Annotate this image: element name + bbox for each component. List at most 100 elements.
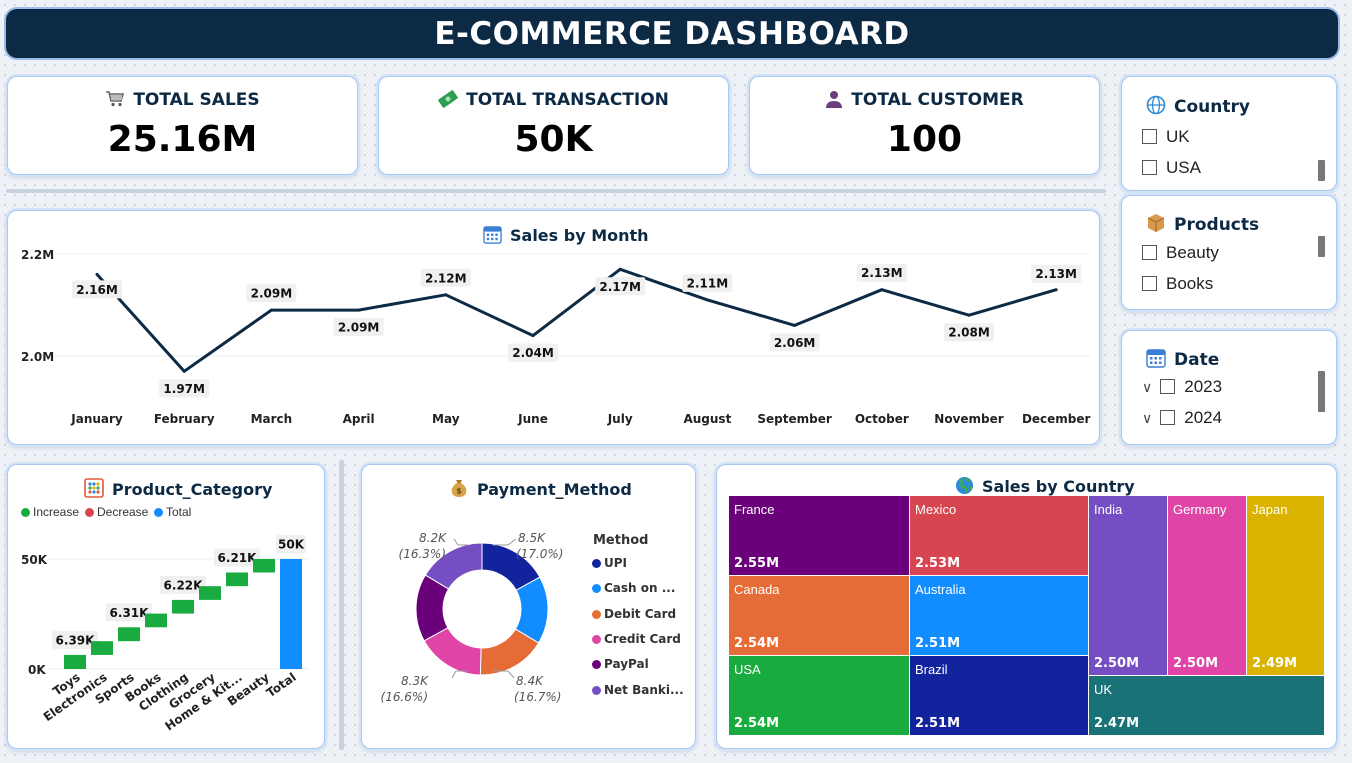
kpi-title-total-transaction: TOTAL TRANSACTION (379, 90, 728, 110)
data-label: 2.16M (76, 283, 118, 297)
bar (145, 613, 167, 628)
kpi-title-total-sales: TOTAL SALES (8, 90, 357, 110)
dashboard-title: E-COMMERCE DASHBOARD (6, 9, 1338, 58)
slicer-option-label: 2023 (1184, 377, 1223, 396)
slicer-scrollbar[interactable] (1318, 236, 1325, 257)
treemap-tile[interactable]: Germany 2.50M (1168, 496, 1246, 675)
globe-icon (1146, 95, 1166, 115)
chevron-down-icon[interactable]: ∨ (1142, 379, 1152, 396)
treemap-tile-label: Brazil (915, 662, 948, 677)
legend-item[interactable]: PayPal (592, 657, 649, 671)
checkbox[interactable] (1142, 276, 1157, 291)
sales-by-month-card[interactable]: Sales by Month 2.2M 2.0M 2.16M 1.97M 2.09M 2.… (7, 210, 1100, 445)
legend-dot (592, 634, 601, 644)
y-tick-label: 50K (21, 553, 48, 567)
checkbox[interactable] (1160, 379, 1176, 394)
slicer-title-text: Products (1174, 215, 1260, 235)
checkbox[interactable] (1142, 160, 1157, 175)
slicer-option-usa[interactable]: USA (1142, 158, 1201, 178)
data-label-pct: (17.0%) (516, 547, 563, 561)
bar (226, 572, 248, 587)
kpi-value-total-customer: 100 (886, 119, 963, 160)
payment-method-card[interactable]: $ Payment_Method 8.5K (17.0%) 8.4K (16.7%) 8.… (361, 464, 696, 749)
treemap-tile[interactable]: Canada 2.54M (729, 576, 909, 655)
legend-label: PayPal (604, 657, 649, 672)
kpi-title-total-customer: TOTAL CUSTOMER (750, 90, 1099, 110)
chevron-down-icon[interactable]: ∨ (1142, 410, 1152, 427)
treemap-tile-value: 2.54M (734, 716, 780, 731)
product-category-card[interactable]: Product_Category Increase Decrease Total… (7, 464, 325, 749)
checkbox[interactable] (1142, 245, 1157, 260)
slicer-option-uk[interactable]: UK (1142, 127, 1190, 147)
chart-title-text: Sales by Country (982, 477, 1135, 496)
treemap-tile-label: Japan (1252, 502, 1288, 517)
treemap-tile[interactable]: USA 2.54M (729, 656, 909, 735)
kpi-card-total-customer[interactable]: TOTAL CUSTOMER 100 (749, 76, 1100, 175)
x-tick-label: April (343, 412, 375, 426)
slicer-option-2024[interactable]: ∨ 2024 (1142, 408, 1222, 428)
treemap-tile[interactable]: Mexico 2.53M (910, 496, 1088, 575)
kpi-label: TOTAL CUSTOMER (851, 90, 1024, 110)
slicer-option-books[interactable]: Books (1142, 274, 1213, 294)
kpi-divider (6, 189, 1106, 193)
x-tick-label: March (251, 412, 293, 426)
data-label: 6.31K (110, 606, 150, 620)
treemap-tile[interactable]: India 2.50M (1089, 496, 1167, 675)
sales-by-month-chart: 2.2M 2.0M 2.16M 1.97M 2.09M 2.09M 2.12M 2.04M 2.… (21, 248, 1091, 426)
bar (280, 559, 302, 669)
data-label: 2.09M (338, 321, 380, 335)
treemap-tile-value: 2.54M (734, 636, 780, 651)
treemap-tile[interactable]: Australia 2.51M (910, 576, 1088, 655)
cart-icon (106, 91, 125, 107)
slicer-scrollbar[interactable] (1318, 371, 1325, 412)
slicer-option-label: Books (1166, 274, 1214, 293)
data-label: 2.11M (687, 276, 729, 290)
sales-by-country-card[interactable]: Sales by Country France 2.55M Mexico 2.53M C… (716, 464, 1337, 749)
treemap-tile[interactable]: France 2.55M (729, 496, 909, 575)
x-tick-label: July (607, 412, 633, 426)
kpi-value-total-transaction: 50K (514, 119, 593, 160)
treemap-tile-value: 2.53M (915, 556, 961, 571)
data-point (182, 369, 186, 373)
slicer-products[interactable]: Products Beauty Books (1121, 195, 1337, 310)
bar (199, 586, 221, 600)
data-label: 2.13M (861, 266, 903, 280)
checkbox[interactable] (1142, 129, 1157, 144)
slicer-scrollbar[interactable] (1318, 160, 1325, 181)
legend-item[interactable]: Cash on ... (592, 581, 675, 595)
slicer-option-2023[interactable]: ∨ 2023 (1142, 377, 1222, 397)
legend-item[interactable]: Credit Card (592, 632, 681, 646)
legend-label: UPI (604, 556, 628, 570)
y-tick-label: 0K (28, 663, 46, 677)
y-tick-label: 2.2M (21, 248, 54, 262)
payment-legend-title: Method (593, 533, 649, 548)
x-tick-label: January (70, 412, 123, 426)
person-icon (826, 91, 843, 108)
treemap-tile-value: 2.55M (734, 556, 780, 571)
checkbox[interactable] (1160, 410, 1176, 425)
globe-icon (955, 476, 974, 495)
treemap-tile-label: UK (1094, 682, 1113, 697)
kpi-card-total-sales[interactable]: TOTAL SALES 25.16M (7, 76, 358, 175)
kpi-card-total-transaction[interactable]: TOTAL TRANSACTION 50K (378, 76, 729, 175)
sales-by-country-title: Sales by Country (955, 476, 1135, 496)
data-label-pct: (16.6%) (381, 690, 428, 704)
legend-dot (592, 660, 601, 670)
treemap-tile[interactable]: UK 2.47M (1089, 676, 1324, 735)
slicer-date-title: Date (1146, 348, 1219, 370)
treemap-tile-label: France (734, 502, 775, 517)
section-divider (339, 460, 344, 750)
legend-item[interactable]: Net Banki... (592, 683, 684, 697)
slicer-title-text: Country (1174, 97, 1250, 117)
legend-item[interactable]: UPI (592, 556, 627, 570)
treemap-tile[interactable]: Japan 2.49M (1247, 496, 1324, 675)
data-label: 2.13M (1035, 267, 1077, 281)
bar (91, 641, 113, 655)
slicer-country[interactable]: Country UK USA (1121, 76, 1337, 191)
legend-item[interactable]: Debit Card (592, 607, 676, 621)
data-label: 50K (278, 538, 305, 552)
treemap-tile[interactable]: Brazil 2.51M (910, 656, 1088, 735)
treemap-tile-value: 2.49M (1252, 656, 1298, 671)
slicer-date[interactable]: Date ∨ 2023 ∨ 2024 (1121, 330, 1337, 445)
slicer-option-beauty[interactable]: Beauty (1142, 243, 1219, 263)
